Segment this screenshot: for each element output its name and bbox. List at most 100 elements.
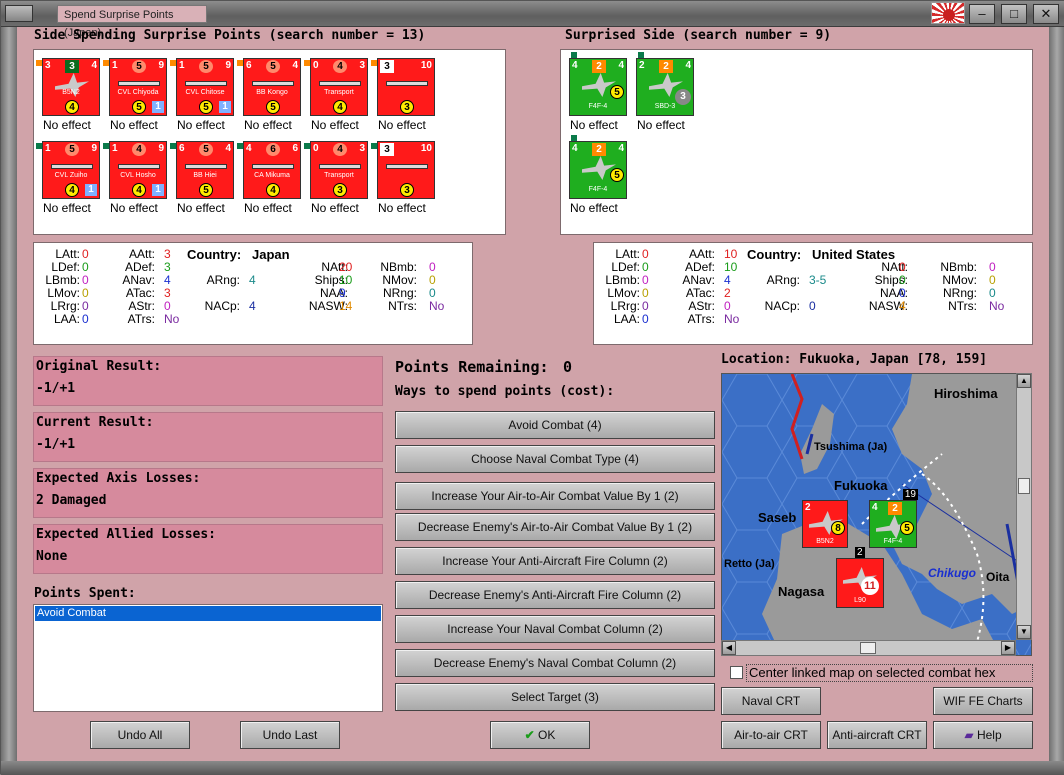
unit-counter[interactable]: 2 2 4 SBD-3 3: [636, 58, 694, 116]
points-spent-label: Points Spent:: [34, 586, 136, 601]
unit-yellow-value: 5: [266, 100, 280, 114]
increase-aa-fire-button[interactable]: Increase Your Anti-Aircraft Fire Column …: [395, 547, 715, 575]
map-vertical-thumb[interactable]: [1018, 478, 1030, 494]
help-label: Help: [976, 728, 1002, 742]
ship-icon: [118, 81, 160, 86]
unit-yellow-value: 4: [132, 183, 146, 197]
help-button[interactable]: ▰ Help: [933, 721, 1033, 749]
ok-button[interactable]: ✔ OK: [490, 721, 590, 749]
ok-label: OK: [538, 728, 556, 742]
japan-units-panel: 3 3 4 B5N2 4 No effect 1 5 9 CVL Chiyoda 5 1 No effe…: [33, 49, 506, 235]
unit-right-value: 9: [158, 60, 164, 71]
unit-counter[interactable]: 1 4 9 CVL Hosho 4 1: [109, 141, 167, 199]
center-map-checkbox[interactable]: [730, 666, 743, 679]
unit-counter[interactable]: 1 5 9 CVL Chiyoda 5 1: [109, 58, 167, 116]
unit-attack: 4: [246, 143, 252, 154]
center-map-label[interactable]: Center linked map on selected combat hex: [746, 664, 1033, 682]
select-target-button[interactable]: Select Target (3): [395, 683, 715, 711]
stat-value-anav: 4: [724, 273, 731, 287]
undo-all-button[interactable]: Undo All: [90, 721, 190, 749]
unit-right-value: 3: [359, 143, 365, 154]
unit-counter[interactable]: 6 5 4 BB Kongo 5: [243, 58, 301, 116]
unit-counter[interactable]: 4 2 4 F4F-4 5: [569, 58, 627, 116]
linked-map[interactable]: Hiroshima Tsushima (Ja) Fukuoka Saseb Re…: [721, 373, 1032, 656]
map-label-fukuoka: Fukuoka: [834, 478, 888, 493]
unit-counter[interactable]: 13103: [377, 58, 435, 116]
stat-label-ntrs: NTrs:: [948, 299, 977, 313]
unit-counter[interactable]: 3 3 4 B5N2 4: [42, 58, 100, 116]
map-horizontal-scrollbar[interactable]: ◀ ▶: [721, 640, 1016, 656]
minimize-button[interactable]: –: [969, 4, 995, 24]
unit-counter[interactable]: 13103: [377, 141, 435, 199]
choose-naval-combat-type-button[interactable]: Choose Naval Combat Type (4): [395, 445, 715, 473]
stat-label-ldef: LDef:: [611, 260, 640, 274]
unit-counter[interactable]: 0 4 3 Transport 3: [310, 141, 368, 199]
map-unit-l90[interactable]: 2 11 L90: [836, 547, 884, 608]
stat-label-nmov: NMov:: [942, 273, 977, 287]
unit-top-value: 3: [380, 60, 394, 73]
right-side-header: Surprised Side (search number = 9): [565, 28, 832, 43]
unit-right-value: 3: [359, 60, 365, 71]
unit-attack: 6: [179, 143, 185, 154]
stat-value-atac: 3: [164, 286, 171, 300]
stat-value-nasw: 4: [899, 299, 906, 313]
unit-yellow-value: 4: [266, 183, 280, 197]
air-to-air-crt-button[interactable]: Air-to-air CRT: [721, 721, 821, 749]
stat-value-adef: 10: [724, 260, 738, 274]
unit-counter[interactable]: 1 5 9 CVL Zuiho 4 1: [42, 141, 100, 199]
decrease-enemy-air-to-air-button[interactable]: Decrease Enemy's Air-to-Air Combat Value…: [395, 513, 715, 541]
unit-right-value: 4: [618, 60, 624, 71]
scroll-up-icon[interactable]: ▲: [1017, 374, 1031, 388]
points-spent-list[interactable]: Avoid Combat: [33, 604, 383, 712]
map-label-oita: Oita: [986, 570, 1010, 584]
unit-top-value: 4: [132, 143, 146, 156]
unit-yellow-value: 3: [400, 100, 414, 114]
scroll-down-icon[interactable]: ▼: [1017, 625, 1031, 639]
avoid-combat-button[interactable]: Avoid Combat (4): [395, 411, 715, 439]
decrease-enemy-aa-fire-button[interactable]: Decrease Enemy's Anti-Aircraft Fire Colu…: [395, 581, 715, 609]
unit-right-value: 4: [685, 60, 691, 71]
naval-crt-button[interactable]: Naval CRT: [721, 687, 821, 715]
undo-last-button[interactable]: Undo Last: [240, 721, 340, 749]
unit-yellow-value: 4: [65, 183, 79, 197]
stat-label-aatt: AAtt:: [688, 247, 715, 261]
japan-stats-panel: LAtt: 0 LDef: 0 LBmb: 0 LMov: 0 LRrg: 0 LAA: 0 AAtt:…: [33, 242, 473, 345]
map-unit-f4f[interactable]: 4 2 19 5 F4F-4: [869, 489, 918, 548]
map-vertical-scrollbar[interactable]: ▲ ▼: [1016, 373, 1032, 640]
unit-blue-value: 1: [152, 184, 164, 196]
stat-label-laa: LAA:: [613, 312, 640, 326]
stat-label-adef: ADef:: [124, 260, 155, 274]
ship-icon: [185, 81, 227, 86]
points-spent-item[interactable]: Avoid Combat: [35, 606, 381, 621]
decrease-enemy-naval-combat-button[interactable]: Decrease Enemy's Naval Combat Column (2): [395, 649, 715, 677]
scroll-right-icon[interactable]: ▶: [1001, 641, 1015, 655]
stat-value-laa: 0: [82, 312, 89, 326]
ways-to-spend-label: Ways to spend points (cost):: [395, 384, 615, 399]
unit-counter[interactable]: 4 6 6 CA Mikuma 4: [243, 141, 301, 199]
unit-counter[interactable]: 1 5 9 CVL Chitose 5 1: [176, 58, 234, 116]
unit-top-value: 2: [592, 143, 606, 156]
unit-effect: No effect: [177, 201, 225, 215]
unit-counter[interactable]: 4 2 4 F4F-4 5: [569, 141, 627, 199]
unit-name: B5N2: [62, 89, 80, 96]
window-title: Spend Surprise Points (Japan).: [57, 5, 207, 39]
stat-value-nbmb: 0: [429, 260, 436, 274]
unit-name: BB Hiei: [193, 172, 217, 179]
close-button[interactable]: ✕: [1033, 4, 1059, 24]
unit-top-value: 4: [333, 143, 347, 156]
stat-value-anav: 4: [164, 273, 171, 287]
map-unit-b5n2[interactable]: 2 8 B5N2: [802, 500, 848, 548]
window-menu-button[interactable]: [5, 5, 33, 22]
unit-counter[interactable]: 6 5 4 BB Hiei 5: [176, 141, 234, 199]
unit-top-value: 4: [333, 60, 347, 73]
stat-value-adef: 3: [164, 260, 171, 274]
maximize-button[interactable]: □: [1001, 4, 1027, 24]
dialog-window: Spend Surprise Points (Japan). – □ ✕ Sid…: [0, 0, 1064, 775]
unit-counter[interactable]: 0 4 3 Transport 4: [310, 58, 368, 116]
map-horizontal-thumb[interactable]: [860, 642, 876, 654]
wif-fe-charts-button[interactable]: WIF FE Charts: [933, 687, 1033, 715]
anti-aircraft-crt-button[interactable]: Anti-aircraft CRT: [827, 721, 927, 749]
increase-naval-combat-button[interactable]: Increase Your Naval Combat Column (2): [395, 615, 715, 643]
scroll-left-icon[interactable]: ◀: [722, 641, 736, 655]
increase-air-to-air-button[interactable]: Increase Your Air-to-Air Combat Value By…: [395, 482, 715, 510]
